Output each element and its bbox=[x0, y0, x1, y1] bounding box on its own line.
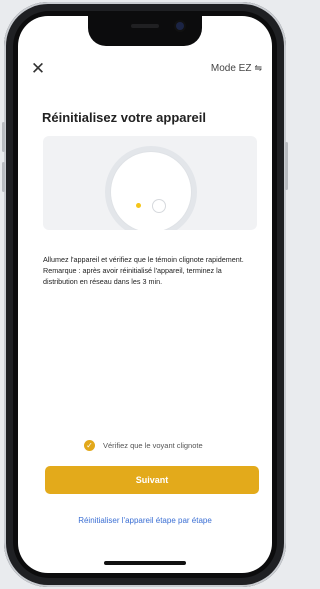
home-indicator bbox=[104, 561, 186, 565]
camera-icon bbox=[176, 22, 184, 30]
speaker-grill bbox=[131, 24, 159, 28]
instructions: Allumez l'appareil et vérifiez que le té… bbox=[43, 254, 255, 287]
reset-step-by-step-link[interactable]: Réinitialiser l'appareil étape par étape bbox=[18, 516, 272, 525]
power-button-icon bbox=[152, 199, 166, 213]
instruction-text: Allumez l'appareil et vérifiez que le té… bbox=[43, 255, 244, 264]
app-screen: ✕ Mode EZ ⇋ Réinitialisez votre appareil… bbox=[18, 16, 272, 573]
device-illustration bbox=[43, 136, 257, 230]
mode-ez-label: Mode EZ bbox=[210, 63, 252, 74]
next-button[interactable]: Suivant bbox=[45, 466, 259, 494]
phone-side-button bbox=[285, 142, 288, 190]
device-body bbox=[111, 152, 191, 230]
mode-ez-switch[interactable]: Mode EZ ⇋ bbox=[211, 63, 262, 74]
phone-notch bbox=[88, 16, 202, 46]
confirm-blink-label: Vérifiez que le voyant clignote bbox=[103, 441, 203, 450]
led-indicator-icon bbox=[136, 203, 141, 208]
phone-side-button bbox=[2, 162, 5, 192]
page-title: Réinitialisez votre appareil bbox=[42, 110, 207, 125]
check-icon[interactable]: ✓ bbox=[84, 440, 95, 451]
wifi-icon: ⇋ bbox=[254, 63, 262, 73]
phone-side-button bbox=[2, 122, 5, 152]
phone-frame: ✕ Mode EZ ⇋ Réinitialisez votre appareil… bbox=[2, 2, 288, 587]
confirm-blink-checkbox[interactable]: ✓ Vérifiez que le voyant clignote bbox=[84, 440, 203, 451]
close-icon[interactable]: ✕ bbox=[30, 60, 46, 77]
remark-text: Remarque : après avoir réinitialisé l'ap… bbox=[43, 266, 222, 286]
